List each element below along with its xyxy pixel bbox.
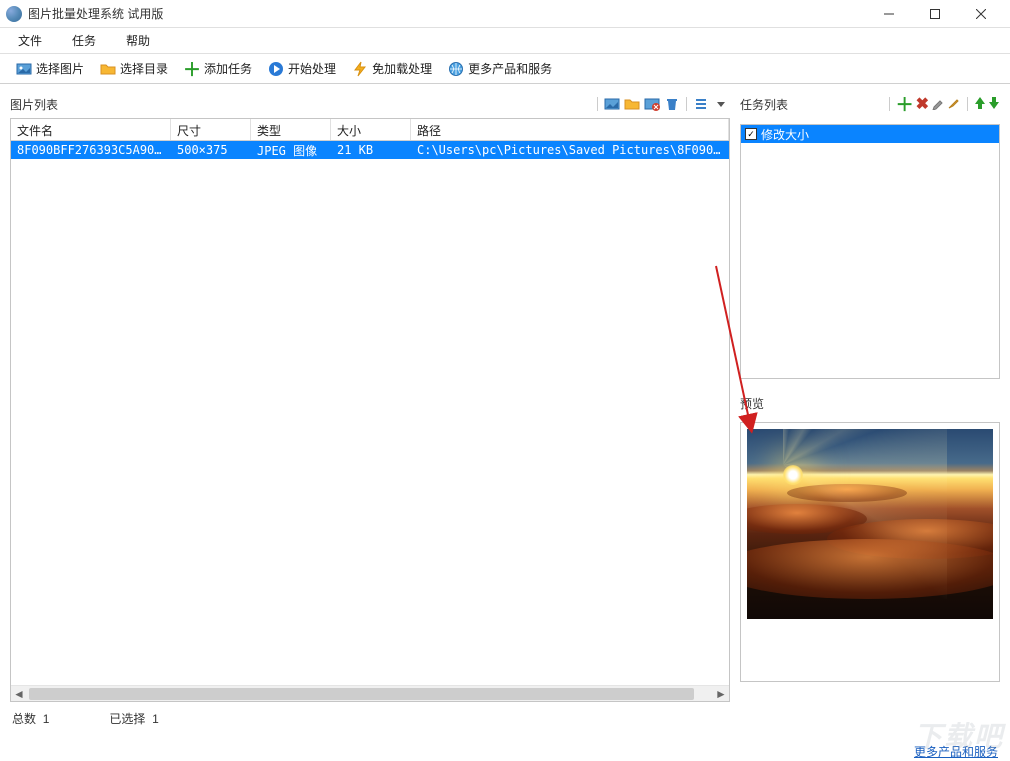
cell-filename: 8F090BFF276393C5A901...: [11, 142, 171, 158]
maximize-button[interactable]: [912, 0, 958, 28]
image-list-box: 文件名 尺寸 类型 大小 路径 8F090BFF276393C5A901... …: [10, 118, 730, 702]
total-status: 总数 1: [12, 710, 49, 727]
cell-type: JPEG 图像: [251, 141, 331, 160]
more-products-label: 更多产品和服务: [468, 60, 552, 77]
task-move-up-icon[interactable]: [974, 96, 986, 113]
scroll-left-icon[interactable]: ◄: [11, 686, 27, 702]
play-icon: [268, 61, 284, 77]
col-filename[interactable]: 文件名: [11, 119, 171, 140]
col-type[interactable]: 类型: [251, 119, 331, 140]
start-process-button[interactable]: 开始处理: [262, 58, 342, 79]
col-path[interactable]: 路径: [411, 119, 729, 140]
footer: 更多产品和服务: [914, 741, 998, 761]
window-title: 图片批量处理系统 试用版: [28, 5, 866, 22]
app-icon: [6, 6, 22, 22]
menu-task[interactable]: 任务: [64, 29, 104, 52]
task-list[interactable]: ✓ 修改大小: [740, 124, 1000, 379]
task-row[interactable]: ✓ 修改大小: [741, 125, 999, 143]
preview-box: [740, 422, 1000, 682]
col-size[interactable]: 大小: [331, 119, 411, 140]
image-list-header: 图片列表: [10, 94, 730, 114]
task-label: 修改大小: [761, 126, 809, 143]
preview-title: 预览: [740, 395, 1000, 412]
action-list-view-icon[interactable]: [692, 95, 710, 113]
no-load-process-label: 免加载处理: [372, 60, 432, 77]
col-dimensions[interactable]: 尺寸: [171, 119, 251, 140]
folder-icon: [100, 61, 116, 77]
menubar: 文件 任务 帮助: [0, 28, 1010, 54]
list-row[interactable]: 8F090BFF276393C5A901... 500×375 JPEG 图像 …: [11, 141, 729, 159]
separator: [686, 97, 687, 111]
more-products-link[interactable]: 更多产品和服务: [914, 743, 998, 760]
select-folder-label: 选择目录: [120, 60, 168, 77]
separator: [967, 97, 968, 111]
scroll-right-icon[interactable]: ►: [713, 686, 729, 702]
task-list-title: 任务列表: [740, 96, 788, 113]
action-remove-icon[interactable]: [643, 95, 661, 113]
task-clear-icon[interactable]: [947, 96, 961, 113]
toolbar: 选择图片 选择目录 ＋ 添加任务 开始处理 免加载处理 更多产品和服务: [0, 54, 1010, 84]
selected-status: 已选择 1: [109, 710, 158, 727]
start-process-label: 开始处理: [288, 60, 336, 77]
action-trash-icon[interactable]: [663, 95, 681, 113]
image-list-columns: 文件名 尺寸 类型 大小 路径: [11, 119, 729, 141]
status-row: 总数 1 已选择 1: [10, 706, 730, 731]
task-checkbox[interactable]: ✓: [745, 128, 757, 140]
select-folder-button[interactable]: 选择目录: [94, 58, 174, 79]
action-image-icon[interactable]: [603, 95, 621, 113]
task-move-down-icon[interactable]: [988, 96, 1000, 113]
image-icon: [16, 61, 32, 77]
cell-dimensions: 500×375: [171, 142, 251, 158]
titlebar: 图片批量处理系统 试用版: [0, 0, 1010, 28]
more-products-button[interactable]: 更多产品和服务: [442, 58, 558, 79]
image-list-body[interactable]: 8F090BFF276393C5A901... 500×375 JPEG 图像 …: [11, 141, 729, 685]
task-remove-icon[interactable]: ✖: [916, 94, 929, 114]
scroll-thumb[interactable]: [29, 688, 694, 700]
add-task-button[interactable]: ＋ 添加任务: [178, 58, 258, 79]
task-actions: ＋ ✖: [885, 91, 1000, 117]
globe-icon: [448, 61, 464, 77]
window-controls: [866, 0, 1004, 28]
plus-icon: ＋: [184, 61, 200, 77]
scroll-track[interactable]: [27, 688, 713, 700]
action-dropdown-icon[interactable]: [712, 95, 730, 113]
add-task-label: 添加任务: [204, 60, 252, 77]
preview-image: [747, 429, 993, 619]
menu-help[interactable]: 帮助: [118, 29, 158, 52]
horizontal-scrollbar[interactable]: ◄ ►: [11, 685, 729, 701]
right-panel: 任务列表 ＋ ✖ ✓ 修改大小 预览: [740, 94, 1000, 731]
menu-file[interactable]: 文件: [10, 29, 50, 52]
task-add-icon[interactable]: ＋: [896, 91, 914, 117]
task-list-header: 任务列表 ＋ ✖: [740, 94, 1000, 114]
left-panel: 图片列表 文件名 尺寸 类型 大小 路径 8F: [10, 94, 730, 731]
action-folder-icon[interactable]: [623, 95, 641, 113]
separator: [889, 97, 890, 111]
no-load-process-button[interactable]: 免加载处理: [346, 58, 438, 79]
select-images-button[interactable]: 选择图片: [10, 58, 90, 79]
content-area: 图片列表 文件名 尺寸 类型 大小 路径 8F: [0, 84, 1010, 741]
lightning-icon: [352, 61, 368, 77]
task-settings-icon[interactable]: [931, 96, 945, 113]
cell-size: 21 KB: [331, 142, 411, 158]
cell-path: C:\Users\pc\Pictures\Saved Pictures\8F09…: [411, 142, 729, 158]
select-images-label: 选择图片: [36, 60, 84, 77]
minimize-button[interactable]: [866, 0, 912, 28]
image-list-actions: [594, 95, 730, 113]
close-button[interactable]: [958, 0, 1004, 28]
separator: [597, 97, 598, 111]
image-list-title: 图片列表: [10, 96, 58, 113]
